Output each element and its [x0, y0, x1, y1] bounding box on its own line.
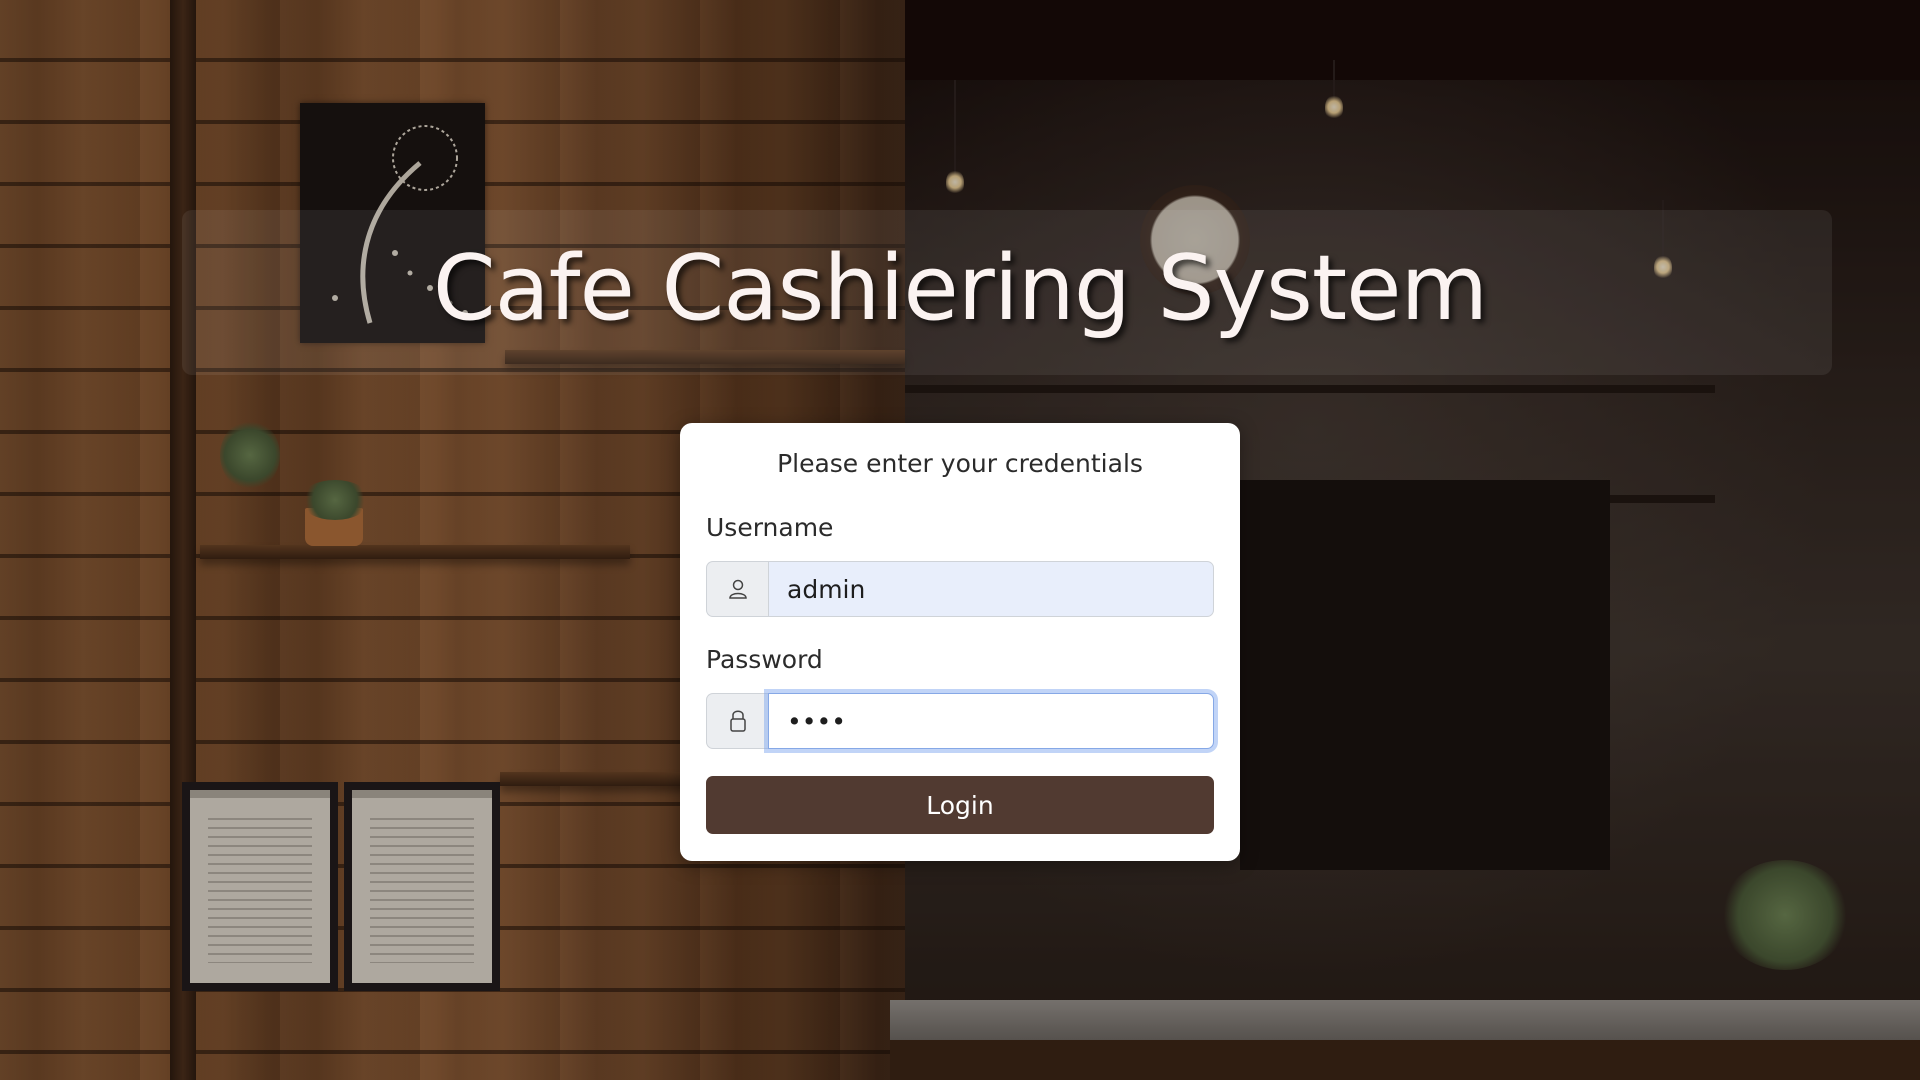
- username-label: Username: [706, 513, 834, 542]
- login-card: Please enter your credentials Username P…: [680, 423, 1240, 861]
- card-heading: Please enter your credentials: [777, 449, 1143, 478]
- user-icon: [706, 561, 768, 617]
- login-button[interactable]: Login: [706, 776, 1214, 834]
- username-input[interactable]: [768, 561, 1214, 617]
- lock-icon: [706, 693, 768, 749]
- password-label: Password: [706, 645, 823, 674]
- password-input[interactable]: [768, 693, 1214, 749]
- username-group: [706, 561, 1214, 617]
- password-group: [706, 693, 1214, 749]
- page-title: Cafe Cashiering System: [432, 236, 1488, 341]
